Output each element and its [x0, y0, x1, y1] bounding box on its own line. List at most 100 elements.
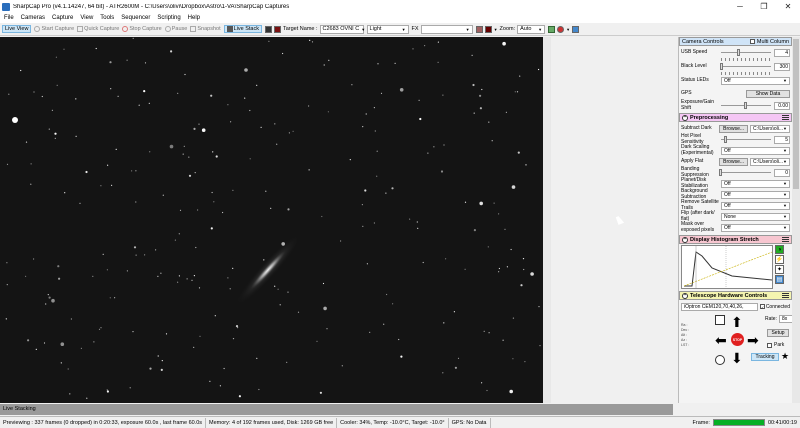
- west-arrow-icon[interactable]: ⬅: [715, 333, 727, 347]
- histogram-graph[interactable]: [681, 245, 773, 289]
- color-swatch-icon[interactable]: [273, 25, 281, 33]
- usb-speed-knob[interactable]: [736, 49, 740, 56]
- target-name-select[interactable]: C2683 OVNI C ▼: [319, 24, 365, 34]
- red-swatch-icon[interactable]: [484, 25, 492, 33]
- histogram-icon[interactable]: [548, 25, 556, 33]
- quick-capture-button[interactable]: Quick Capture: [77, 26, 119, 32]
- east-arrow-icon[interactable]: ➡: [747, 333, 759, 347]
- target-icon[interactable]: [715, 355, 725, 365]
- menu-tools[interactable]: Tools: [100, 15, 114, 21]
- histogram-header[interactable]: ⌃ Display Histogram Stretch: [679, 235, 792, 244]
- panel-scrollbar-thumb[interactable]: [793, 39, 799, 189]
- hot-pixel-input[interactable]: 5: [774, 135, 790, 144]
- satellite-select[interactable]: Off ▼: [721, 201, 790, 210]
- usb-speed-slider[interactable]: [721, 49, 771, 56]
- lightning-icon[interactable]: ⚡: [775, 255, 784, 264]
- zoom-select[interactable]: Auto ▼: [517, 24, 546, 34]
- flat-file-select[interactable]: C:\Users\oli... ▼: [750, 157, 790, 166]
- menu-file[interactable]: File: [4, 15, 14, 21]
- black-level-input[interactable]: 300: [774, 62, 790, 71]
- star: [54, 132, 57, 135]
- camera-image-viewport[interactable]: [0, 37, 551, 403]
- dark-file-select[interactable]: C:\Users\oli... ▼: [750, 124, 790, 133]
- star: [400, 355, 403, 358]
- exposure-gain-slider[interactable]: [721, 102, 771, 109]
- viewport-scrollbar[interactable]: [543, 37, 551, 403]
- mask-select[interactable]: Off ▼: [721, 223, 790, 232]
- connected-checkbox[interactable]: ✓ Connected: [759, 304, 790, 310]
- star-icon[interactable]: ★: [781, 351, 789, 362]
- reset-stretch-icon[interactable]: ◑: [775, 245, 784, 254]
- pause-button[interactable]: Pause: [164, 26, 187, 32]
- setup-button[interactable]: Setup: [767, 329, 789, 337]
- preprocessing-header[interactable]: ⌃ Preprocessing: [679, 113, 792, 122]
- star: [539, 345, 541, 347]
- restore-button[interactable]: ❐: [752, 0, 776, 13]
- multi-column-toggle[interactable]: Multi Column: [749, 39, 789, 45]
- telescope-header[interactable]: ⌃ Telescope Hardware Controls: [679, 291, 792, 300]
- background-select[interactable]: Off ▼: [721, 190, 790, 199]
- hot-pixel-slider[interactable]: [721, 136, 771, 143]
- minimize-button[interactable]: ─: [728, 0, 752, 13]
- panel-menu-icon[interactable]: [782, 236, 789, 243]
- flip-select[interactable]: None ▼: [721, 212, 790, 221]
- auto-stretch-icon[interactable]: ✦: [775, 265, 784, 274]
- dark-scaling-select[interactable]: Off ▼: [721, 146, 790, 155]
- banding-knob[interactable]: [719, 169, 722, 176]
- usb-speed-input[interactable]: 4: [774, 48, 790, 57]
- red-circle-icon[interactable]: [557, 25, 565, 33]
- collapse-icon[interactable]: ⌃: [682, 114, 688, 121]
- menu-capture[interactable]: Capture: [52, 15, 73, 21]
- frame-type-select[interactable]: Light ▼: [366, 24, 409, 34]
- live-stack-button[interactable]: Live Stack: [223, 25, 262, 33]
- camera-controls-title: Camera Controls: [682, 38, 724, 45]
- start-capture-button[interactable]: Start Capture: [34, 26, 74, 32]
- north-arrow-icon[interactable]: ⬆: [731, 315, 743, 329]
- tools-icon[interactable]: [572, 25, 580, 33]
- browse-dark-button[interactable]: Browse...: [719, 124, 749, 133]
- exposure-gain-input[interactable]: 0.00: [774, 101, 790, 110]
- close-button[interactable]: ✕: [776, 0, 800, 13]
- panel-menu-icon[interactable]: [782, 114, 789, 121]
- mount-select[interactable]: iOptron CEM120,70,40,26,: [681, 302, 758, 311]
- stop-slew-button[interactable]: STOP: [731, 333, 744, 346]
- menu-sequencer[interactable]: Sequencer: [121, 15, 150, 21]
- planet-select[interactable]: Off ▼: [721, 179, 790, 188]
- dropdown-arrow-icon[interactable]: ▼: [494, 27, 498, 32]
- show-gps-data-button[interactable]: Show Data: [746, 89, 790, 98]
- live-view-button[interactable]: Live View: [2, 25, 32, 33]
- menu-scripting[interactable]: Scripting: [157, 15, 180, 21]
- black-level-knob[interactable]: [720, 63, 723, 70]
- slew-window-icon[interactable]: [715, 315, 725, 325]
- exposure-gain-knob[interactable]: [744, 102, 747, 109]
- south-arrow-icon[interactable]: ⬇: [731, 351, 743, 365]
- star: [55, 56, 58, 58]
- menu-cameras[interactable]: Cameras: [21, 15, 45, 21]
- menu-help[interactable]: Help: [188, 15, 200, 21]
- park-checkbox[interactable]: Park: [767, 342, 784, 348]
- camera-controls-header[interactable]: Camera Controls Multi Column: [679, 37, 792, 46]
- collapse-icon[interactable]: ⌃: [682, 292, 688, 299]
- snapshot-button[interactable]: Snapshot: [190, 26, 221, 32]
- panel-scrollbar[interactable]: [792, 37, 800, 403]
- reticle-icon[interactable]: [264, 25, 272, 33]
- menu-view[interactable]: View: [80, 15, 93, 21]
- star: [35, 348, 37, 350]
- black-level-slider[interactable]: [720, 63, 771, 70]
- live-stacking-bar[interactable]: Live Stacking: [0, 404, 673, 415]
- collapse-icon[interactable]: ⌃: [682, 236, 688, 243]
- overlay-icon[interactable]: [475, 25, 483, 33]
- banding-slider[interactable]: [719, 169, 771, 176]
- dropdown-arrow-icon[interactable]: ▼: [566, 27, 570, 32]
- rate-select[interactable]: 8x▼: [778, 315, 792, 323]
- hot-pixel-knob[interactable]: [724, 136, 727, 143]
- settings-icon[interactable]: ▤: [775, 275, 784, 284]
- stop-capture-button[interactable]: Stop Capture: [122, 26, 162, 32]
- tracking-button[interactable]: Tracking: [751, 353, 779, 361]
- browse-flat-button[interactable]: Browse...: [719, 157, 749, 166]
- banding-input[interactable]: 0: [774, 168, 790, 177]
- fx-select[interactable]: ▼: [420, 24, 473, 34]
- panel-menu-icon[interactable]: [782, 292, 789, 299]
- star: [479, 107, 482, 110]
- status-leds-select[interactable]: Off ▼: [721, 76, 790, 85]
